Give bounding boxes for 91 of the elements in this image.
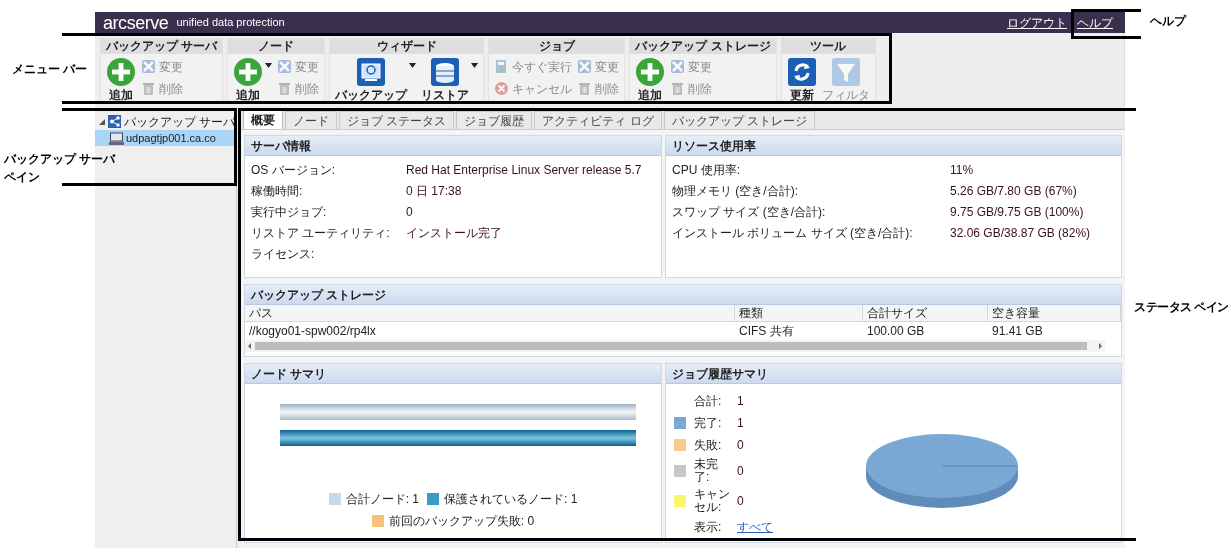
- database-icon: [430, 57, 461, 87]
- field-label: CPU 使用率:: [672, 161, 741, 179]
- field-label: キャンセル:: [694, 488, 731, 514]
- tree-item[interactable]: udpagtjp001.ca.co: [95, 130, 236, 146]
- panel-header: リソース使用率: [666, 136, 1121, 156]
- field-value: インストール完了: [406, 224, 502, 242]
- panel-header: サーバ情報: [245, 136, 661, 156]
- panel-header: バックアップ ストレージ: [245, 285, 1121, 305]
- logo: arcserve: [103, 13, 169, 32]
- callout-label: ステータス ペイン: [1134, 299, 1229, 316]
- field-value: 11%: [950, 161, 974, 179]
- field-value: 1: [737, 415, 744, 432]
- tab[interactable]: ジョブ履歴: [456, 111, 533, 129]
- cancel-icon: [494, 81, 510, 96]
- field-label: スワップ サイズ (空き/合計):: [672, 203, 827, 221]
- field-label: リストア ユーティリティ:: [251, 224, 391, 242]
- legend-label: 保護されているノード: 1: [444, 491, 578, 508]
- group-title: バックアップ ストレージ: [630, 39, 776, 54]
- group-title: ツール: [781, 39, 875, 54]
- panel-header: ノード サマリ: [245, 364, 661, 384]
- filter-icon: [830, 57, 861, 87]
- table-cell-text: 100.00 GB: [866, 323, 926, 340]
- legend-label: 合計ノード: 1: [345, 491, 419, 508]
- plus-icon: [106, 57, 136, 87]
- legend-label: 前回のバックアップ失敗: 0: [388, 513, 535, 530]
- column-header[interactable]: パス: [245, 305, 735, 321]
- callout-label: バックアップ サーバ: [4, 151, 116, 168]
- field-label: 表示:: [694, 519, 723, 536]
- column-header[interactable]: 種類: [735, 305, 863, 321]
- callout-label: ヘルプ: [1150, 13, 1186, 30]
- field-label: ライセンス:: [251, 245, 316, 263]
- tab[interactable]: アクティビティ ログ: [534, 111, 662, 129]
- tools-icon: [670, 59, 686, 74]
- callout-label: ペイン: [4, 169, 40, 186]
- field-label: 物理メモリ (空き/合計):: [672, 182, 799, 200]
- field-value: 1: [737, 393, 744, 410]
- help-link[interactable]: ヘルプ: [1077, 13, 1113, 32]
- refresh-icon: [786, 57, 817, 87]
- field-label: 実行中ジョブ:: [251, 203, 328, 221]
- field-label: インストール ボリューム サイズ (空き/合計):: [672, 224, 914, 242]
- server-group-icon: [108, 115, 121, 128]
- view-all-link[interactable]: すべて: [737, 518, 773, 536]
- laptop-icon: [109, 131, 124, 145]
- tab[interactable]: ノード: [285, 111, 337, 129]
- column-header[interactable]: 空き容量: [988, 305, 1121, 321]
- group-title: ノード: [228, 39, 325, 54]
- field-value: 0 日 17:38: [406, 182, 462, 200]
- trash-icon: [577, 81, 593, 96]
- field-label: 失敗:: [694, 438, 723, 452]
- field-label: 未完了:: [694, 458, 719, 484]
- trash-icon: [670, 81, 686, 96]
- toolbar-button[interactable]: リストア: [421, 57, 470, 101]
- trash-icon: [141, 81, 156, 96]
- tools-icon: [277, 59, 293, 74]
- panel-header: ジョブ履歴サマリ: [666, 364, 1121, 384]
- field-value: 32.06 GB/38.87 GB (82%): [950, 224, 1091, 242]
- field-value: 0: [406, 203, 413, 221]
- group-title: ジョブ: [489, 39, 625, 54]
- toolbar-button[interactable]: バックアップ: [335, 57, 408, 101]
- monitor-icon: [356, 57, 387, 87]
- tools-icon: [577, 59, 593, 74]
- table-cell-text: //kogyo01-spw002/rp4lx: [248, 323, 377, 340]
- field-value: 9.75 GB/9.75 GB (100%): [950, 203, 1084, 221]
- tab[interactable]: ジョブ ステータス: [339, 111, 455, 129]
- table-cell-text: 91.41 GB: [991, 323, 1044, 340]
- toolbar-button[interactable]: 追加: [635, 57, 666, 101]
- toolbar-button[interactable]: 追加: [106, 57, 136, 101]
- field-value: 5.26 GB/7.80 GB (67%): [950, 182, 1077, 200]
- field-value: 0: [737, 437, 744, 454]
- group-title: バックアップ サーバ: [101, 39, 223, 54]
- field-label: 合計:: [694, 394, 723, 408]
- field-value: 0: [737, 463, 744, 480]
- group-title: ウィザード: [330, 39, 484, 54]
- toolbar-button[interactable]: 更新: [786, 57, 817, 101]
- plus-icon: [635, 57, 666, 87]
- product-name: unified data protection: [176, 15, 285, 31]
- field-label: 完了:: [694, 416, 723, 430]
- tab[interactable]: バックアップ ストレージ: [663, 111, 816, 129]
- tools-icon: [141, 59, 156, 74]
- callout-bracket: [1071, 9, 1141, 39]
- callout-label: メニュー バー: [12, 61, 88, 78]
- field-value: Red Hat Enterprise Linux Server release 5.7: [406, 161, 642, 179]
- field-label: OS バージョン:: [251, 161, 336, 179]
- logout-link[interactable]: ログアウト: [1007, 13, 1067, 32]
- plus-icon: [233, 57, 264, 87]
- field-value: 0: [737, 493, 744, 510]
- column-header[interactable]: 合計サイズ: [863, 305, 988, 321]
- trash-icon: [277, 81, 293, 96]
- field-label: 稼働時間:: [251, 182, 304, 200]
- table-cell-text: CIFS 共有: [738, 323, 795, 340]
- toolbar-button[interactable]: 追加: [233, 57, 264, 101]
